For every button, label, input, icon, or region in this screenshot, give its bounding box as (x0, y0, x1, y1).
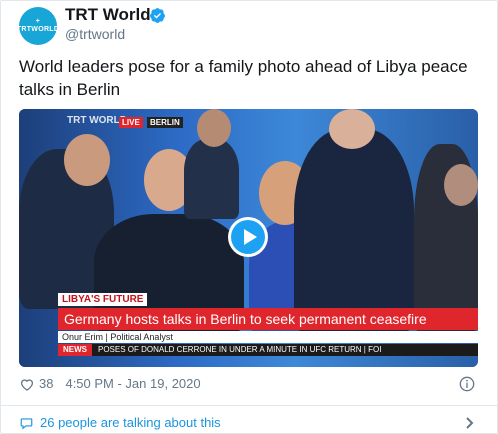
author-handle[interactable]: @trtworld (65, 26, 125, 42)
ticker-tag: NEWS (58, 344, 92, 356)
divider (1, 405, 497, 406)
comment-icon (20, 417, 33, 429)
play-icon (231, 220, 265, 254)
verified-badge-icon (150, 8, 165, 23)
author-name[interactable]: TRT World (65, 5, 151, 25)
lower-third-headline: Germany hosts talks in Berlin to seek pe… (58, 308, 478, 330)
tweet-timestamp[interactable]: 4:50 PM - Jan 19, 2020 (65, 376, 200, 391)
play-button[interactable] (228, 217, 268, 257)
chevron-right-icon[interactable] (465, 417, 475, 429)
tweet-text: World leaders pose for a family photo ah… (19, 57, 468, 99)
heart-icon[interactable] (19, 377, 35, 391)
video-player[interactable]: TRT WORLD LIVE BERLIN LIBYA'S FUTURE Ger… (19, 109, 478, 367)
lower-third-topic: LIBYA'S FUTURE (58, 293, 148, 306)
news-ticker: NEWS POSES OF DONALD CERRONE IN UNDER A M… (58, 344, 478, 356)
tweet-meta: 38 4:50 PM - Jan 19, 2020 (19, 376, 201, 391)
person-head (444, 164, 478, 206)
avatar-mark: + (35, 18, 41, 25)
tweet-card: + TRTWORLD TRT World @trtworld World lea… (0, 0, 498, 434)
like-count[interactable]: 38 (39, 376, 53, 391)
conversation-count-text: 26 people are talking about this (40, 415, 221, 430)
person-head (64, 134, 110, 186)
person-silhouette (294, 129, 414, 334)
person-silhouette (184, 139, 239, 219)
avatar-logo-text: TRTWORLD (16, 26, 60, 33)
person-head (197, 109, 231, 147)
conversation-link[interactable]: 26 people are talking about this (19, 415, 221, 430)
info-icon[interactable] (459, 376, 475, 392)
live-badge: LIVE (119, 117, 143, 128)
channel-watermark: TRT WORLD (67, 115, 127, 126)
ticker-text: POSES OF DONALD CERRONE IN UNDER A MINUT… (98, 345, 382, 354)
author-avatar[interactable]: + TRTWORLD (16, 7, 60, 45)
person-head (329, 109, 375, 149)
lower-third-speaker: Onur Erim | Political Analyst (58, 331, 478, 343)
live-location: BERLIN (147, 117, 183, 128)
